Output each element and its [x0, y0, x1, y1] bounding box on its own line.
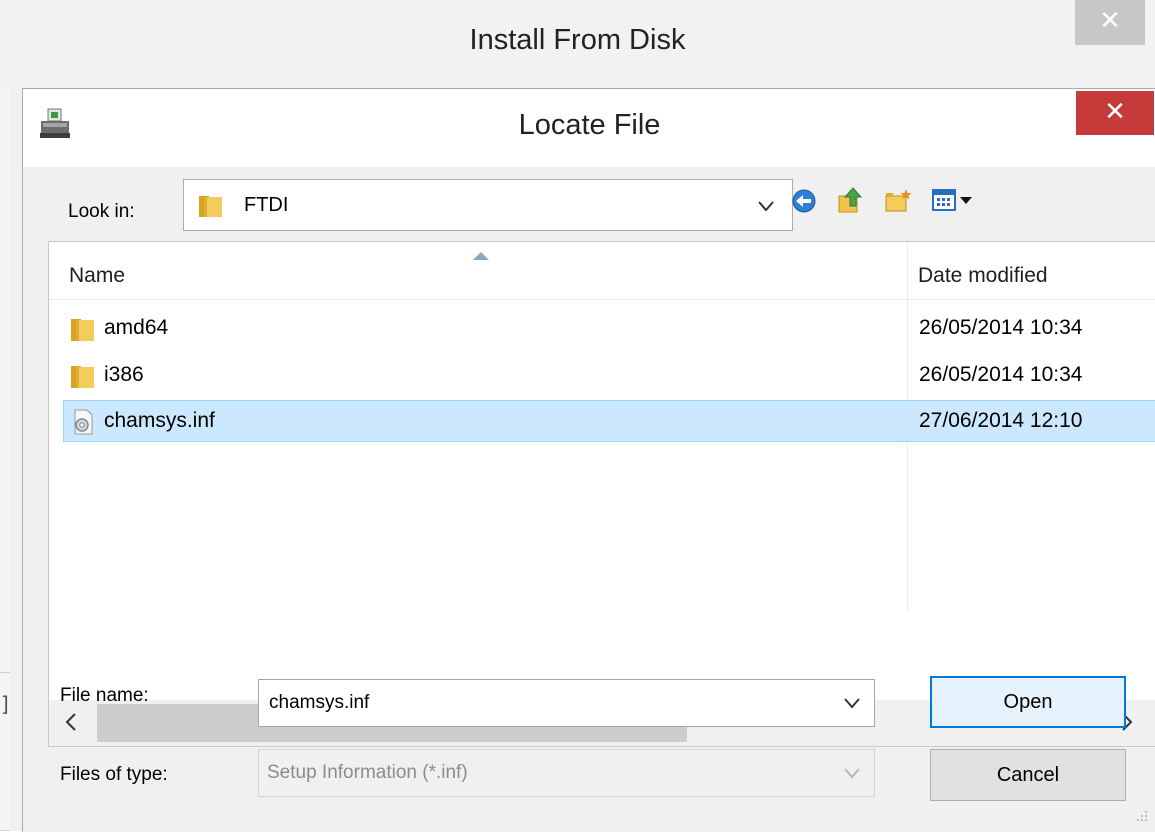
locate-file-dialog: Locate File ✕ Look in: FTDI Name Date mo… [22, 88, 1155, 832]
folder-icon [71, 319, 94, 341]
look-in-dropdown[interactable]: FTDI [183, 179, 793, 231]
list-item-i386[interactable]: i386 26/05/2014 10:34 [63, 354, 1155, 396]
divider [0, 672, 10, 673]
file-date: 26/05/2014 10:34 [919, 316, 1083, 339]
file-name: amd64 [104, 316, 169, 339]
file-type-value: Setup Information (*.inf) [267, 762, 468, 783]
chevron-down-icon [844, 768, 860, 779]
chevron-left-icon[interactable] [61, 710, 81, 734]
column-header-date-modified[interactable]: Date modified [918, 264, 1048, 288]
install-from-disk-titlebar: Install From Disk ✕ [0, 0, 1155, 88]
locate-file-close-button[interactable]: ✕ [1076, 91, 1154, 135]
list-item-chamsys-inf[interactable]: chamsys.inf 27/06/2014 12:10 [63, 400, 1155, 442]
header-divider [49, 299, 1155, 300]
folder-icon [199, 196, 222, 217]
file-type-label: Files of type: [60, 764, 168, 785]
file-date: 26/05/2014 10:34 [919, 363, 1083, 386]
locate-file-titlebar: Locate File ✕ [23, 89, 1155, 167]
look-in-label: Look in: [68, 201, 135, 222]
bracket-fragment: ] [1, 692, 9, 716]
back-icon[interactable] [789, 186, 819, 216]
open-button[interactable]: Open [930, 676, 1126, 728]
install-from-disk-body-edge: ] [0, 88, 10, 831]
look-in-value: FTDI [244, 194, 289, 216]
up-folder-icon[interactable] [835, 186, 865, 216]
folder-icon [71, 366, 94, 388]
file-name: i386 [104, 363, 144, 386]
list-item-amd64[interactable]: amd64 26/05/2014 10:34 [63, 307, 1155, 349]
settings-file-icon [74, 409, 93, 435]
cancel-button[interactable]: Cancel [930, 749, 1126, 801]
file-type-dropdown: Setup Information (*.inf) [258, 749, 875, 797]
install-from-disk-close-button[interactable]: ✕ [1075, 0, 1145, 45]
file-name-value[interactable]: chamsys.inf [269, 692, 369, 714]
file-name-label: File name: [60, 685, 149, 706]
chevron-down-icon[interactable] [843, 696, 861, 710]
install-from-disk-title: Install From Disk [469, 24, 686, 56]
file-name-field[interactable]: chamsys.inf [258, 679, 875, 727]
locate-file-title: Locate File [518, 109, 661, 141]
resize-grip-icon[interactable] [1133, 809, 1149, 825]
sort-ascending-icon [473, 252, 489, 260]
file-list[interactable]: Name Date modified amd64 26/05/2014 10:3… [48, 241, 1155, 747]
chevron-down-icon[interactable] [756, 198, 776, 214]
file-name: chamsys.inf [104, 409, 215, 432]
file-date: 27/06/2014 12:10 [919, 409, 1083, 432]
view-menu-icon[interactable] [931, 186, 981, 216]
column-header-name[interactable]: Name [69, 264, 125, 288]
new-folder-icon[interactable] [883, 186, 913, 216]
